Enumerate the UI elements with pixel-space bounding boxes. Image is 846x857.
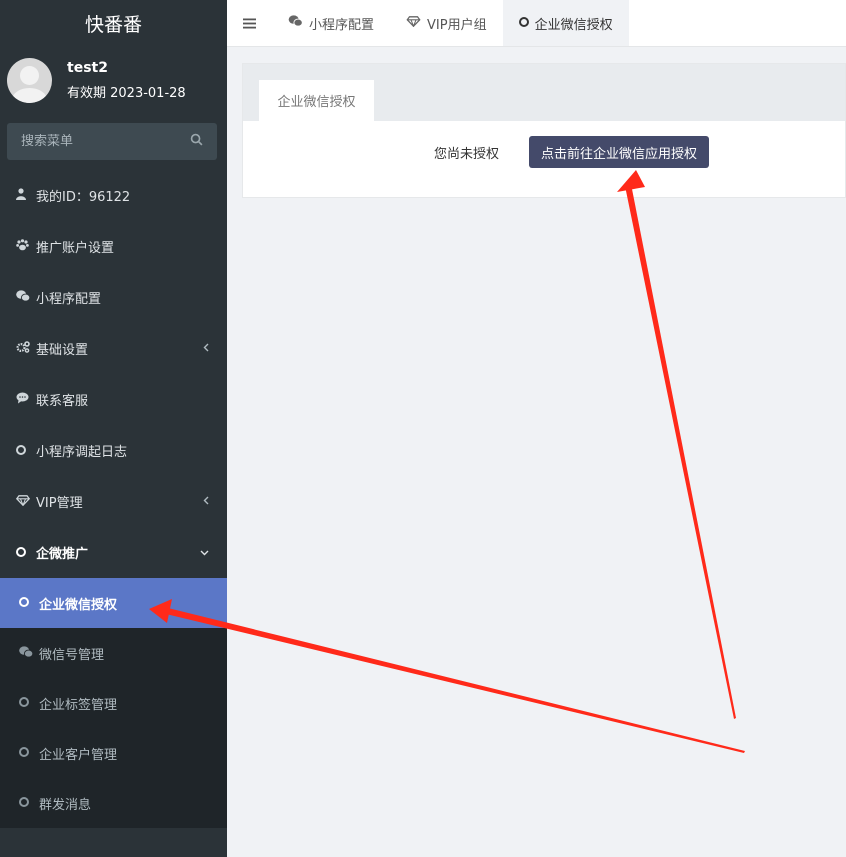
hamburger-menu-icon[interactable]	[227, 0, 272, 46]
auth-status-text: 您尚未授权	[434, 146, 500, 162]
tab-label: VIP用户组	[427, 17, 487, 33]
wechat-icon	[19, 645, 39, 661]
sidebar: 快番番 test2 有效期 2023-01-28 我的ID：96122 推广账户…	[0, 0, 227, 857]
search-input[interactable]	[21, 134, 171, 149]
submenu-wecom: 企业微信授权 微信号管理 企业标签管理 企业客户管理 群发消息	[0, 578, 227, 828]
comment-icon	[16, 392, 36, 407]
tab-vip-group[interactable]: VIP用户组	[390, 0, 503, 46]
submenu-item-wechat-accounts[interactable]: 微信号管理	[0, 628, 227, 678]
avatar	[7, 57, 52, 103]
diamond-icon	[406, 15, 421, 31]
chevron-left-icon	[203, 341, 209, 355]
chevron-down-icon	[200, 545, 209, 559]
search-icon[interactable]	[190, 133, 203, 150]
sidebar-item-miniprogram[interactable]: 小程序配置	[0, 272, 227, 323]
submenu-item-label: 企业标签管理	[39, 697, 118, 713]
panel-tab-strip: 企业微信授权	[243, 64, 845, 121]
tab-wecom-auth[interactable]: 企业微信授权	[502, 0, 629, 46]
sidebar-item-vip[interactable]: VIP管理	[0, 476, 227, 527]
circle-icon	[16, 546, 36, 560]
sidebar-item-wecom-promo[interactable]: 企微推广	[0, 527, 227, 578]
go-authorize-button[interactable]: 点击前往企业微信应用授权	[529, 136, 710, 168]
submenu-item-customers[interactable]: 企业客户管理	[0, 728, 227, 778]
diamond-icon	[15, 494, 36, 509]
submenu-item-label: 微信号管理	[39, 647, 105, 663]
panel-tab-wecom-auth[interactable]: 企业微信授权	[259, 80, 374, 121]
circle-icon	[19, 696, 39, 710]
tab-miniprogram[interactable]: 小程序配置	[272, 0, 390, 46]
top-tab-bar: 小程序配置 VIP用户组 企业微信授权	[227, 0, 846, 47]
sidebar-item-basic-settings[interactable]: 基础设置	[0, 323, 227, 374]
chevron-left-icon	[203, 494, 209, 508]
submenu-item-broadcast[interactable]: 群发消息	[0, 778, 227, 828]
submenu-item-label: 群发消息	[39, 797, 92, 813]
submenu-item-tags[interactable]: 企业标签管理	[0, 678, 227, 728]
sidebar-item-my-id[interactable]: 我的ID：96122	[0, 170, 227, 221]
tab-label: 小程序配置	[309, 17, 375, 33]
paw-icon	[16, 239, 36, 254]
cogs-icon	[16, 341, 36, 356]
circle-icon	[19, 796, 39, 810]
brand-title: 快番番	[84, 14, 142, 36]
sidebar-item-label: 企微推广	[36, 547, 89, 562]
sidebar-item-label: 推广账户设置	[36, 241, 115, 256]
user-name: test2	[67, 59, 108, 76]
user-expire: 有效期 2023-01-28	[67, 85, 186, 101]
arrow-to-button	[617, 170, 736, 719]
arrow-to-menu-item	[149, 599, 745, 753]
wechat-icon	[288, 15, 303, 31]
sidebar-item-contact-support[interactable]: 联系客服	[0, 374, 227, 425]
submenu-item-wecom-auth[interactable]: 企业微信授权	[0, 578, 227, 628]
sidebar-menu: 我的ID：96122 推广账户设置 小程序配置 基础设置 联系客服 小程序调起日…	[0, 170, 227, 578]
sidebar-item-miniprogram-log[interactable]: 小程序调起日志	[0, 425, 227, 476]
tab-label: 企业微信授权	[534, 17, 613, 33]
search-box	[7, 123, 217, 160]
sidebar-item-promo-account[interactable]: 推广账户设置	[0, 221, 227, 272]
sidebar-item-label: VIP管理	[36, 496, 83, 511]
user-icon	[16, 188, 36, 203]
auth-row: 您尚未授权 点击前往企业微信应用授权	[434, 136, 710, 168]
sidebar-item-label: 联系客服	[36, 394, 89, 409]
sidebar-item-label: 小程序配置	[36, 292, 102, 307]
sidebar-item-label: 基础设置	[36, 343, 89, 358]
wechat-icon	[16, 290, 36, 305]
circle-icon	[19, 596, 39, 610]
circle-icon	[19, 746, 39, 760]
submenu-item-label: 企业客户管理	[39, 747, 118, 763]
user-profile: test2 有效期 2023-01-28	[0, 47, 227, 113]
submenu-item-label: 企业微信授权	[39, 597, 118, 613]
sidebar-item-label: 我的ID：96122	[36, 190, 131, 205]
sidebar-item-label: 小程序调起日志	[36, 445, 128, 460]
circle-icon	[518, 16, 529, 31]
auth-panel: 企业微信授权 您尚未授权 点击前往企业微信应用授权	[242, 63, 846, 198]
circle-icon	[16, 444, 36, 458]
